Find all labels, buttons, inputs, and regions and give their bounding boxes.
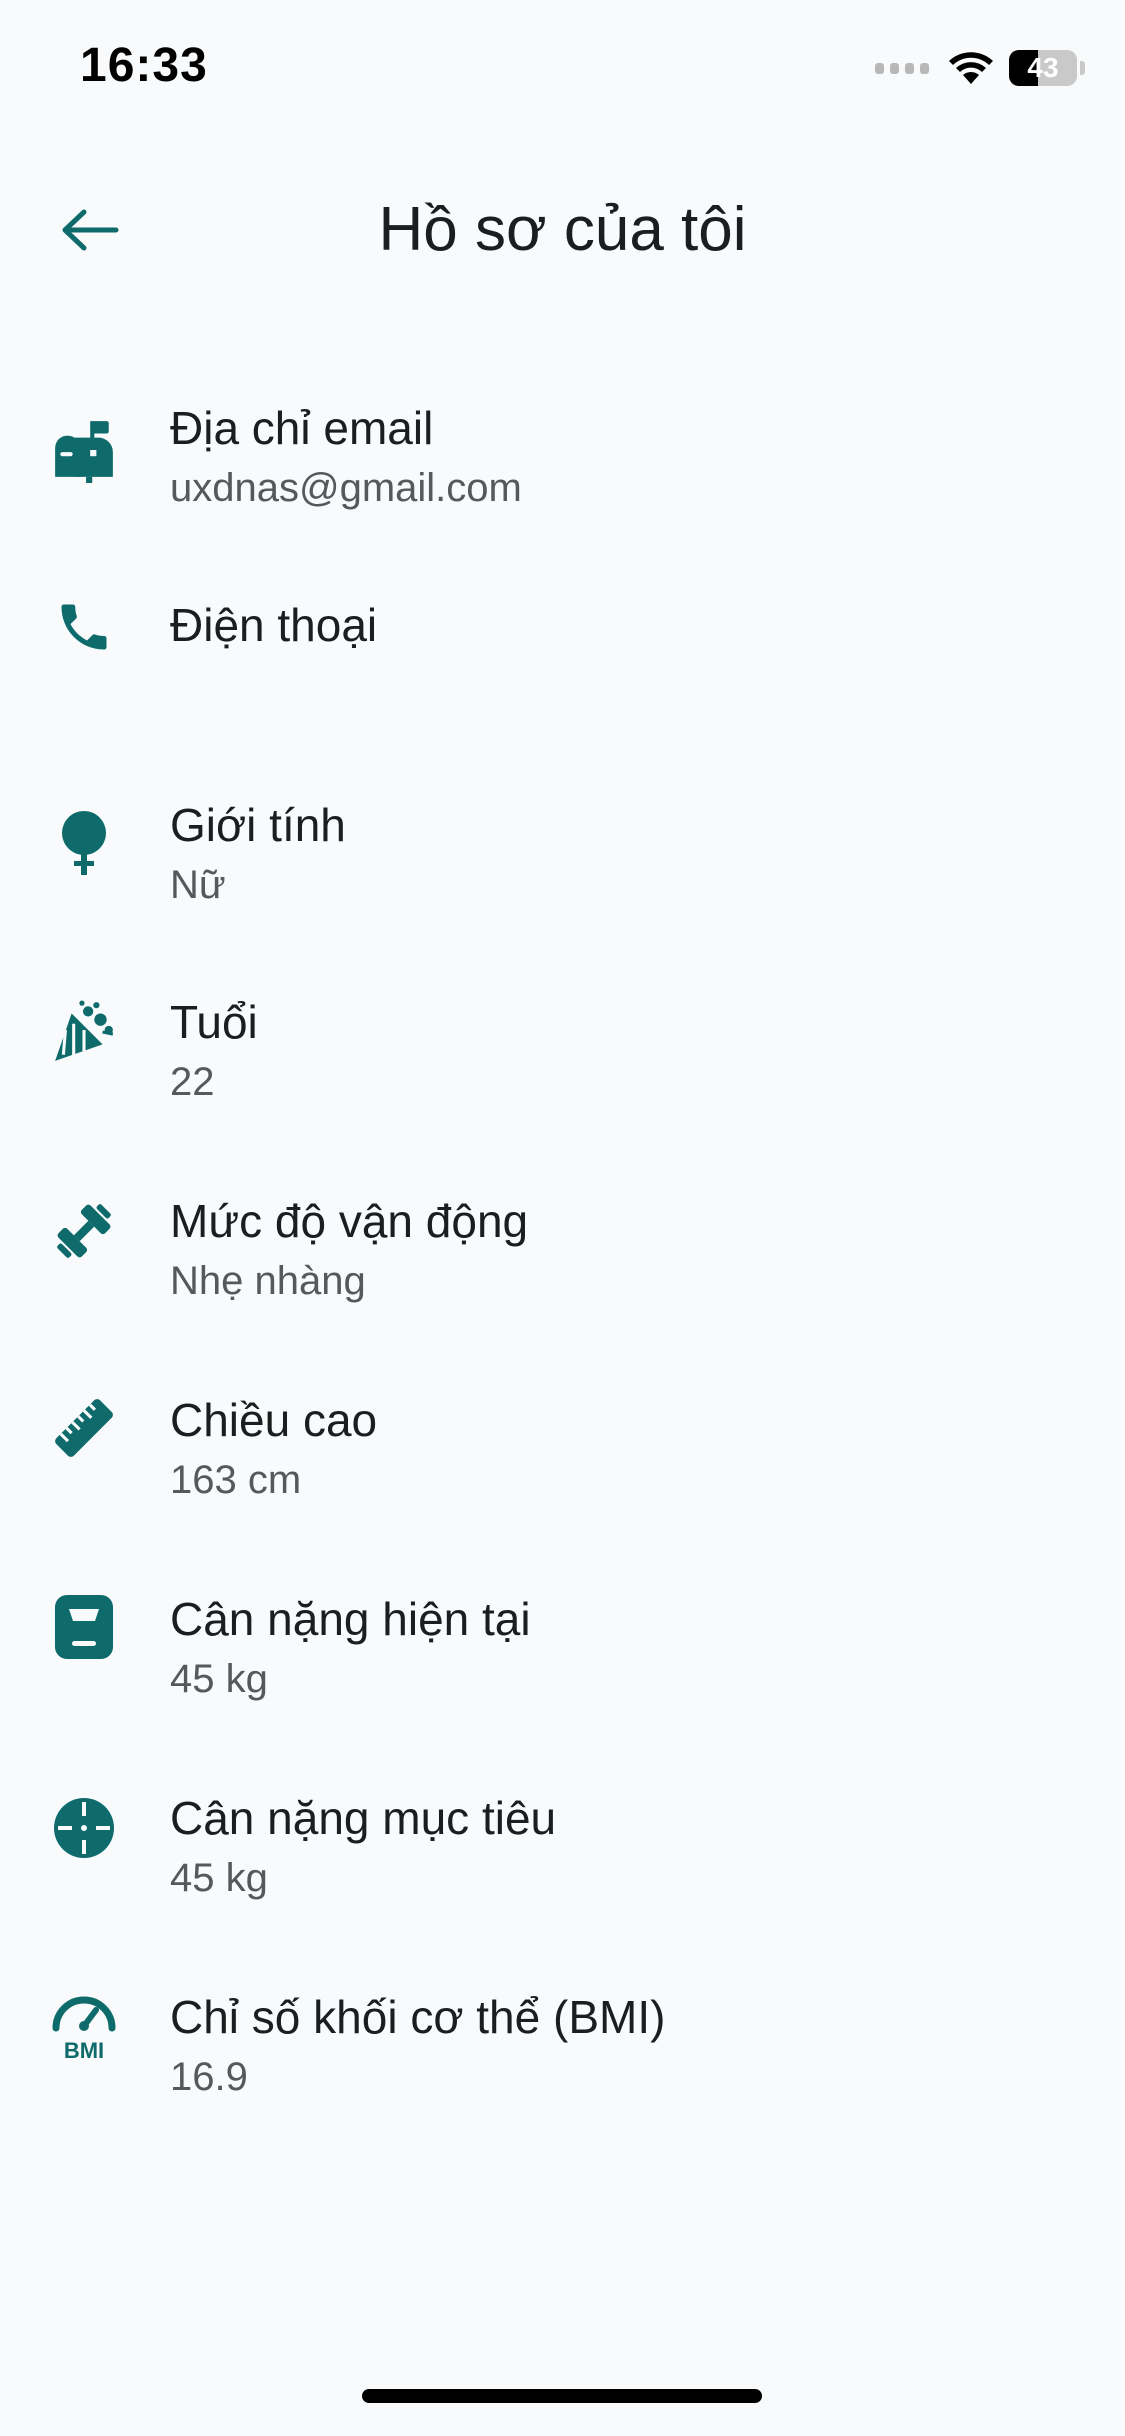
profile-item-bmi[interactable]: BMI Chỉ số khối cơ thể (BMI) 16.9 [0,1961,1125,2160]
profile-item-label: Cân nặng hiện tại [170,1593,531,1645]
home-indicator [362,2389,762,2403]
profile-item-value: 16.9 [170,2055,248,2099]
profile-item-value: 45 kg [170,1657,268,1701]
profile-item-label: Điện thoại [170,599,378,651]
bmi-gauge-icon: BMI [50,1993,118,2061]
profile-list: Địa chỉ email uxdnas@gmail.com Điện thoạ… [0,370,1125,2160]
profile-item-phone[interactable]: Điện thoại [0,569,1125,768]
mailbox-icon [50,416,118,484]
profile-item-value: 163 cm [170,1458,302,1502]
profile-item-activity-level[interactable]: Mức độ vận động Nhẹ nhàng [0,1165,1125,1364]
wifi-icon [949,52,993,84]
dumbbell-icon [50,1197,118,1265]
status-bar: 16:33 43 [0,0,1125,140]
status-time: 16:33 [80,39,208,92]
profile-item-current-weight[interactable]: Cân nặng hiện tại 45 kg [0,1563,1125,1762]
header: Hồ sơ của tôi [0,170,1125,290]
profile-item-label: Giới tính [170,799,346,851]
status-indicators: 43 [875,46,1085,90]
ruler-icon [50,1394,118,1462]
profile-item-label: Địa chỉ email [170,402,434,454]
profile-item-value: Nhẹ nhàng [170,1259,366,1303]
female-icon [50,809,118,877]
battery-icon: 43 [1009,50,1077,86]
target-icon [50,1794,118,1862]
scale-icon [50,1593,118,1661]
profile-item-gender[interactable]: Giới tính Nữ [0,767,1125,966]
phone-icon [50,593,118,661]
profile-item-value: 45 kg [170,1856,268,1900]
profile-item-height[interactable]: Chiều cao 163 cm [0,1364,1125,1563]
profile-item-value: 22 [170,1060,215,1104]
profile-item-target-weight[interactable]: Cân nặng mục tiêu 45 kg [0,1762,1125,1961]
profile-item-value: uxdnas@gmail.com [170,466,522,510]
profile-item-label: Chiều cao [170,1394,378,1446]
profile-item-label: Cân nặng mục tiêu [170,1792,557,1844]
profile-item-label: Mức độ vận động [170,1195,529,1247]
bmi-icon-text: BMI [64,2038,104,2060]
party-popper-icon [50,998,118,1066]
battery-cap [1080,61,1085,75]
profile-item-age[interactable]: Tuổi 22 [0,966,1125,1165]
profile-item-label: Tuổi [170,996,258,1048]
battery-level: 43 [1027,52,1059,83]
profile-item-value: Nữ [170,863,226,907]
profile-item-label: Chỉ số khối cơ thể (BMI) [170,1991,666,2043]
cellular-signal-icon [875,62,929,74]
profile-item-email[interactable]: Địa chỉ email uxdnas@gmail.com [0,370,1125,569]
page-title: Hồ sơ của tôi [378,195,747,264]
